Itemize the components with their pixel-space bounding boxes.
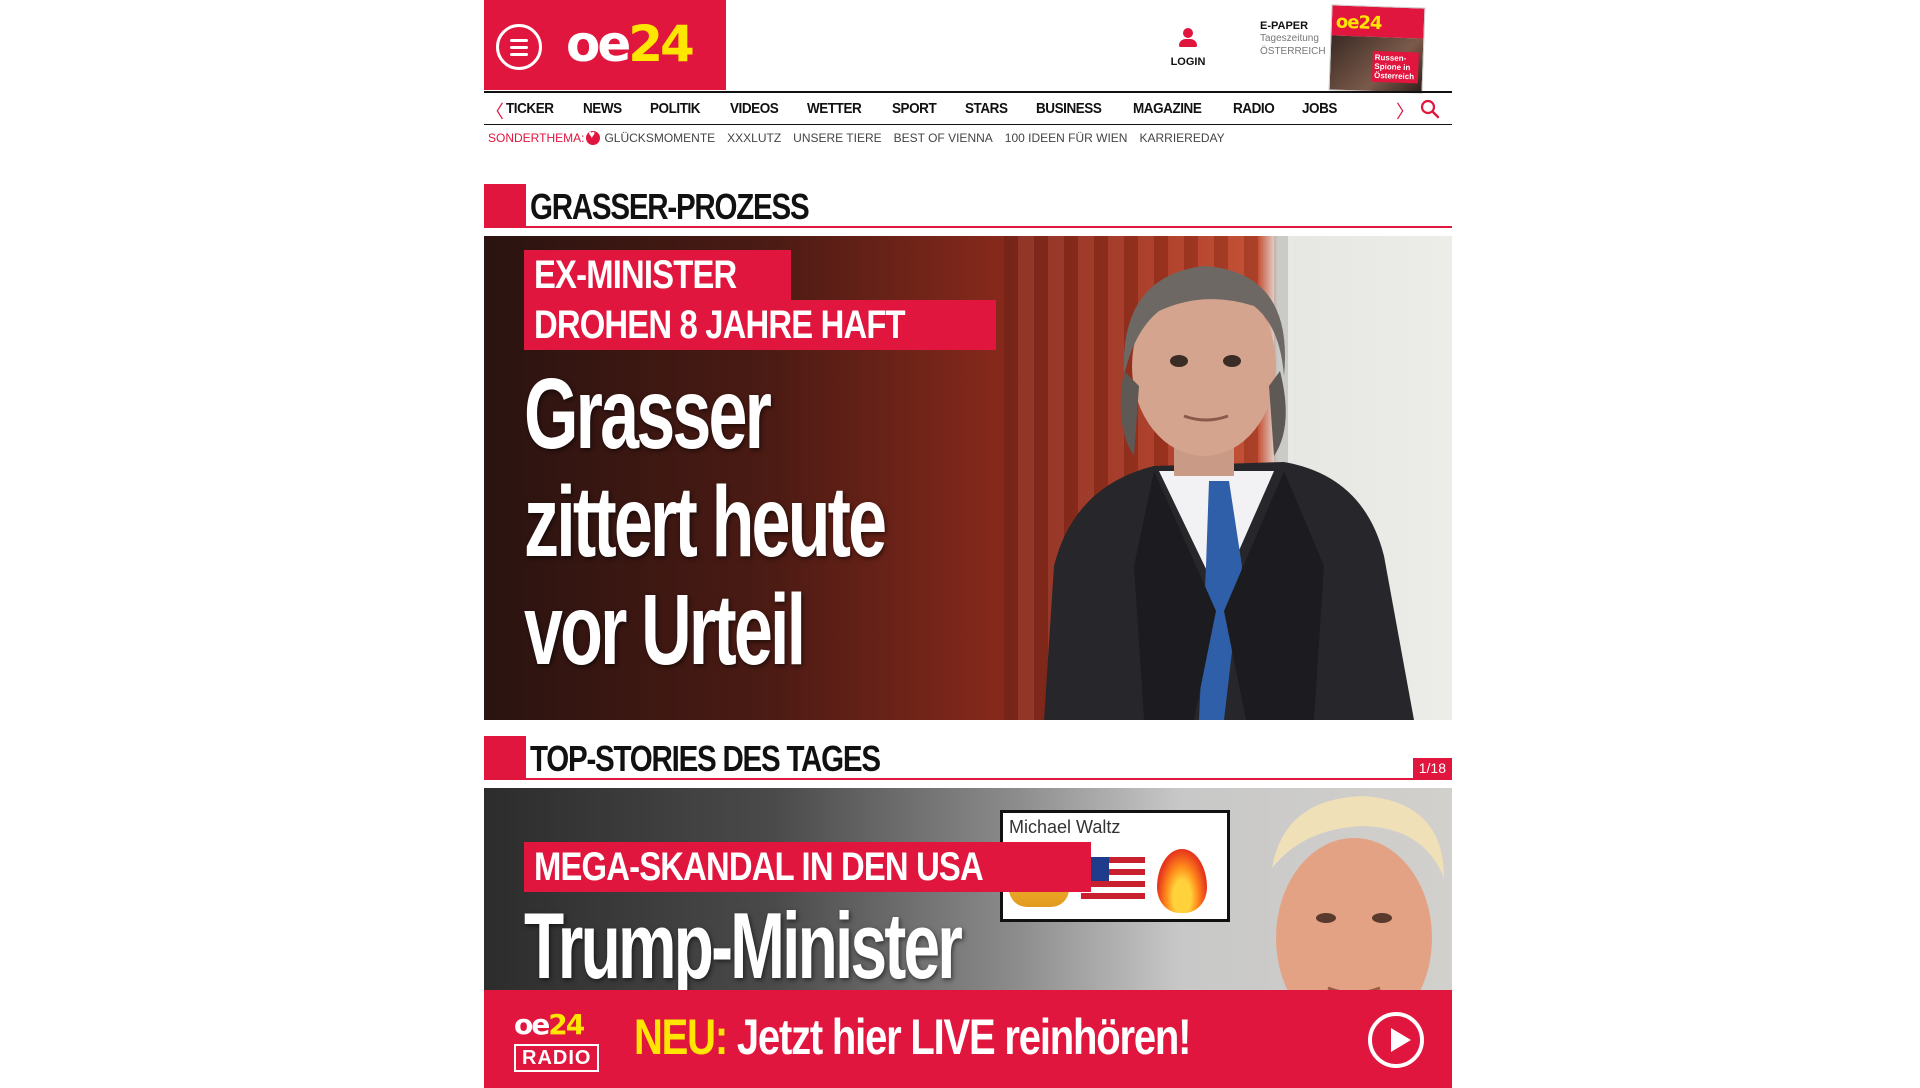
fire-icon: [1157, 849, 1207, 913]
epaper-subtitle-2: ÖSTERREICH: [1260, 46, 1326, 57]
main-nav: 〈 TICKER NEWS POLITIK VIDEOS WETTER SPOR…: [484, 91, 1452, 125]
subnav-link-xxxlutz[interactable]: XXXLUTZ: [727, 131, 781, 145]
hero-photo-person: [1044, 266, 1414, 720]
sonderthema-bar: SONDERTHEMA: GLÜCKSMOMENTE XXXLUTZ UNSER…: [488, 129, 1237, 146]
section-heading-top-stories: TOP-STORIES DES TAGES 1/18: [484, 736, 1452, 782]
subnav-link-best-of-vienna[interactable]: BEST OF VIENNA: [894, 131, 993, 145]
nav-item-jobs[interactable]: JOBS: [1302, 100, 1337, 117]
nav-item-news[interactable]: NEWS: [583, 100, 622, 117]
subnav-link-karriereday[interactable]: KARRIEREDAY: [1139, 131, 1224, 145]
kicker-text: MEGA-SKANDAL IN DEN USA: [534, 845, 984, 889]
sonderthema-label: SONDERTHEMA:: [488, 131, 585, 145]
epaper-thumb-caption: Russen-Spione in Österreich: [1371, 50, 1419, 84]
section-title[interactable]: TOP-STORIES DES TAGES: [530, 738, 881, 780]
epaper-subtitle-1: Tageszeitung: [1260, 33, 1319, 44]
radio-cta-text: NEU: Jetzt hier LIVE reinhören!: [634, 1008, 1192, 1066]
nav-item-ticker[interactable]: TICKER: [506, 100, 554, 117]
menu-line-icon: [510, 53, 528, 56]
nav-items: TICKER NEWS POLITIK VIDEOS WETTER SPORT …: [506, 93, 1365, 124]
epaper-thumbnail[interactable]: oe24 Russen-Spione in Österreich: [1328, 4, 1426, 94]
headline-line: zittert heute: [524, 466, 887, 578]
subnav-link-unsere-tiere[interactable]: UNSERE TIERE: [793, 131, 881, 145]
nav-item-radio[interactable]: RADIO: [1233, 100, 1275, 117]
kicker-text: EX-MINISTER: [534, 253, 737, 297]
radio-logo: oe24 RADIO: [514, 1010, 606, 1074]
kicker-text: DROHEN 8 JAHRE HAFT: [534, 303, 906, 347]
subnav-link-gluecksmomente[interactable]: GLÜCKSMOMENTE: [604, 131, 715, 145]
hero-kicker-line1: EX-MINISTER: [524, 250, 791, 300]
radio-badge: RADIO: [514, 1044, 600, 1072]
section-rule: [526, 226, 1452, 228]
menu-line-icon: [510, 39, 528, 42]
nav-item-wetter[interactable]: WETTER: [807, 100, 862, 117]
radio-logo-mark: oe24: [514, 1008, 585, 1041]
subnav-link-100-ideen[interactable]: 100 IDEEN FÜR WIEN: [1005, 131, 1128, 145]
search-icon[interactable]: [1420, 99, 1440, 119]
nav-item-stars[interactable]: STARS: [965, 100, 1008, 117]
tweet-author: Michael Waltz: [1009, 817, 1121, 837]
nav-item-politik[interactable]: POLITIK: [650, 100, 701, 117]
hero2-headline: Trump-Minister: [524, 898, 1147, 994]
slide-counter: 1/18: [1412, 758, 1452, 778]
logo-oe: oe: [566, 15, 631, 73]
nav-prev-arrow-icon[interactable]: 〈: [486, 98, 504, 124]
heart-icon: [586, 129, 601, 145]
user-icon: [1178, 28, 1198, 48]
play-icon[interactable]: [1368, 1012, 1424, 1068]
section-marker: [484, 736, 526, 780]
logo-block: oe24: [484, 0, 726, 90]
hamburger-menu-button[interactable]: [496, 24, 542, 70]
hero-headline: Grasser zittert heute vor Urteil: [524, 358, 1039, 686]
radio-logo-oe: oe: [514, 1008, 550, 1041]
section-marker: [484, 184, 526, 228]
login-label: LOGIN: [1170, 56, 1206, 68]
nav-item-videos[interactable]: VIDEOS: [730, 100, 779, 117]
logo-24: 24: [628, 15, 695, 73]
hero2-kicker: MEGA-SKANDAL IN DEN USA: [524, 842, 1092, 892]
radio-live-banner[interactable]: oe24 RADIO NEU: Jetzt hier LIVE reinhöre…: [484, 990, 1452, 1088]
nav-next-arrow-icon[interactable]: 〉: [1396, 98, 1414, 124]
header: oe24 LOGIN E-PAPER Tageszeitung ÖSTERREI…: [484, 0, 1452, 94]
nav-item-sport[interactable]: SPORT: [892, 100, 937, 117]
headline-line: Trump-Minister: [524, 893, 963, 998]
hero-kicker-line2: DROHEN 8 JAHRE HAFT: [524, 300, 997, 350]
section-heading-grasser: GRASSER-PROZESS: [484, 184, 1452, 230]
epaper-title: E-PAPER: [1260, 20, 1309, 32]
page: oe24 LOGIN E-PAPER Tageszeitung ÖSTERREI…: [484, 0, 1452, 1088]
menu-line-icon: [510, 46, 528, 49]
section-rule: [526, 778, 1452, 780]
site-logo[interactable]: oe24: [566, 14, 695, 74]
epaper-link[interactable]: E-PAPER Tageszeitung ÖSTERREICH: [1260, 20, 1326, 58]
nav-item-business[interactable]: BUSINESS: [1036, 100, 1102, 117]
hero-article-grasser[interactable]: EX-MINISTER DROHEN 8 JAHRE HAFT Grasser …: [484, 236, 1452, 720]
login-button[interactable]: LOGIN: [1168, 28, 1208, 70]
radio-logo-24: 24: [548, 1008, 585, 1041]
epaper-thumb-logo: oe24: [1335, 11, 1382, 35]
section-title[interactable]: GRASSER-PROZESS: [530, 186, 810, 228]
nav-item-magazine[interactable]: MAGAZINE: [1133, 100, 1202, 117]
radio-cta-label: Jetzt hier LIVE reinhören!: [726, 1009, 1192, 1065]
radio-neu-label: NEU:: [634, 1009, 728, 1065]
headline-line: Grasser: [524, 358, 772, 470]
headline-line: vor Urteil: [524, 574, 806, 686]
